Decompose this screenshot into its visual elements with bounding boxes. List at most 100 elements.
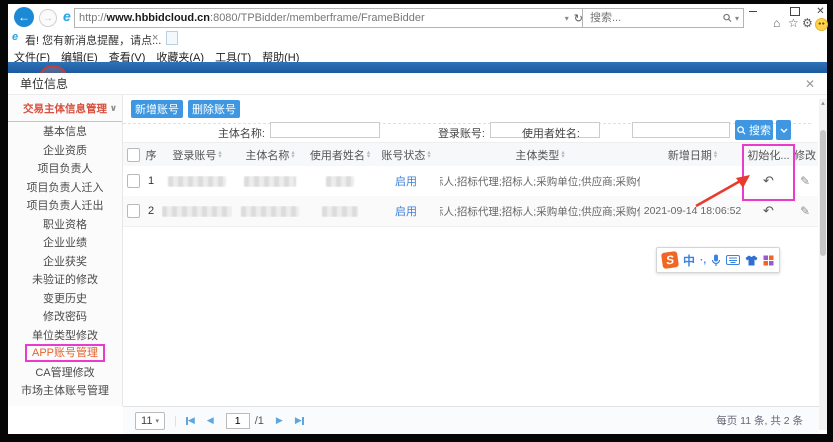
minimize-button[interactable] bbox=[745, 5, 760, 18]
sidebar-item-enterprise-qualification[interactable]: 企业资质 bbox=[8, 141, 122, 160]
maximize-icon bbox=[790, 7, 800, 16]
home-icon[interactable]: ⌂ bbox=[773, 17, 780, 29]
search-icon[interactable] bbox=[723, 13, 732, 23]
cell-seq: 1 bbox=[140, 175, 162, 187]
redacted-login-account bbox=[162, 206, 232, 217]
sidebar-item-enterprise-awards[interactable]: 企业获奖 bbox=[8, 252, 122, 271]
sort-icon: ▴▾ bbox=[561, 151, 564, 160]
redacted-subject-name bbox=[244, 176, 296, 187]
tab-close-icon[interactable]: × bbox=[152, 32, 158, 44]
address-bar[interactable]: http://www.hbbidcloud.cn:8080/TPBidder/m… bbox=[74, 8, 588, 28]
sidebar-group-trade-subject[interactable]: 交易主体信息管理 ∨ bbox=[8, 95, 122, 122]
vertical-scrollbar[interactable]: ▴ bbox=[819, 99, 827, 430]
total-pages-label: /1 bbox=[255, 415, 264, 427]
edit-pencil-icon[interactable]: ✎ bbox=[792, 174, 818, 188]
punctuation-icon[interactable]: ·, bbox=[700, 255, 706, 266]
panel-close-icon[interactable]: ✕ bbox=[805, 77, 815, 91]
favorites-star-icon[interactable]: ☆ bbox=[788, 17, 799, 29]
tab-bar: e 看! 您有新消息提醒，请点... × bbox=[8, 30, 827, 47]
menu-favorites[interactable]: 收藏夹(A) bbox=[156, 49, 204, 62]
menu-file[interactable]: 文件(F) bbox=[14, 49, 50, 62]
record-summary: 每页 11 条, 共 2 条 bbox=[716, 413, 803, 428]
sidebar-item-project-manager-out[interactable]: 项目负责人迁出 bbox=[8, 196, 122, 215]
sidebar-item-enterprise-performance[interactable]: 企业业绩 bbox=[8, 233, 122, 252]
col-seq: 序 bbox=[140, 147, 162, 163]
col-create-date[interactable]: 新增日期▴▾ bbox=[640, 147, 745, 163]
select-all-checkbox[interactable] bbox=[127, 148, 140, 162]
sidebar-item-professional-qualification[interactable]: 职业资格 bbox=[8, 215, 122, 234]
cell-subject-type: 投标人;招标代理;招标人;采购单位;供应商;采购代理 bbox=[440, 204, 640, 219]
sidebar-item-change-history[interactable]: 变更历史 bbox=[8, 289, 122, 308]
skin-shirt-icon[interactable] bbox=[745, 255, 758, 266]
sidebar-item-unit-type-change[interactable]: 单位类型修改 bbox=[8, 326, 122, 345]
search-dropdown-button[interactable] bbox=[776, 120, 791, 140]
tab-message-reminder[interactable]: 看! 您有新消息提醒，请点... bbox=[25, 32, 150, 48]
search-box[interactable]: ▾ bbox=[582, 8, 744, 28]
browser-search-input[interactable] bbox=[587, 10, 723, 26]
close-icon: ✕ bbox=[816, 6, 824, 17]
sidebar-item-app-account-management[interactable]: APP账号管理 bbox=[8, 344, 122, 363]
prev-page-button[interactable]: ◀ bbox=[207, 415, 214, 426]
redacted-user-name bbox=[322, 206, 358, 217]
user-name-input[interactable] bbox=[632, 122, 730, 138]
site-emblem-icon bbox=[38, 65, 68, 73]
pagination-bar: 11 ▾ | ◀ ◀ /1 ▶ ▶ 每页 11 条, 共 2 条 bbox=[123, 406, 819, 434]
sidebar-item-market-subject-account[interactable]: 市场主体账号管理 bbox=[8, 381, 122, 400]
search-caret-icon[interactable]: ▾ bbox=[735, 14, 739, 23]
forward-button[interactable]: → bbox=[39, 9, 57, 27]
scrollbar-thumb[interactable] bbox=[820, 130, 826, 256]
toolbox-grid-icon[interactable] bbox=[763, 255, 774, 266]
search-button[interactable]: 搜索 bbox=[735, 120, 773, 140]
add-account-button[interactable]: 新增账号 bbox=[131, 100, 183, 118]
sidebar-item-project-manager-in[interactable]: 项目负责人迁入 bbox=[8, 178, 122, 197]
last-page-button[interactable]: ▶ bbox=[295, 415, 304, 426]
col-subject-name[interactable]: 主体名称▴▾ bbox=[232, 147, 308, 163]
back-button[interactable]: ← bbox=[14, 7, 34, 27]
menu-help[interactable]: 帮助(H) bbox=[262, 49, 299, 62]
redacted-user-name bbox=[326, 176, 354, 187]
new-tab-button[interactable] bbox=[166, 31, 178, 45]
page-size-select[interactable]: 11 ▾ bbox=[135, 412, 165, 430]
menu-edit[interactable]: 编辑(E) bbox=[61, 49, 98, 62]
sort-icon: ▴▾ bbox=[427, 151, 430, 160]
page-number-input[interactable] bbox=[226, 413, 250, 429]
keyboard-icon[interactable] bbox=[726, 255, 740, 265]
screenshot-canvas: ← → e http://www.hbbidcloud.cn:8080/TPBi… bbox=[0, 0, 833, 442]
subject-name-input[interactable] bbox=[270, 122, 380, 138]
edit-pencil-icon[interactable]: ✎ bbox=[792, 204, 818, 218]
col-login-account[interactable]: 登录账号▴▾ bbox=[162, 147, 232, 163]
sidebar-item-project-manager[interactable]: 项目负责人 bbox=[8, 159, 122, 178]
settings-gear-icon[interactable]: ⚙ bbox=[802, 17, 813, 29]
row-checkbox[interactable] bbox=[127, 174, 140, 188]
sort-icon: ▴▾ bbox=[291, 151, 294, 160]
chevron-down-icon: ∨ bbox=[110, 103, 117, 114]
autocomplete-caret-icon[interactable]: ▾ bbox=[565, 14, 569, 23]
microphone-icon[interactable] bbox=[711, 254, 721, 267]
row-checkbox[interactable] bbox=[127, 204, 140, 218]
delete-account-button[interactable]: 删除账号 bbox=[188, 100, 240, 118]
sidebar-item-change-password[interactable]: 修改密码 bbox=[8, 307, 122, 326]
first-page-button[interactable]: ◀ bbox=[186, 415, 195, 426]
col-subject-type[interactable]: 主体类型▴▾ bbox=[440, 147, 640, 163]
chinese-mode-icon[interactable]: 中 bbox=[683, 252, 695, 269]
close-window-button[interactable]: ✕ bbox=[813, 5, 828, 18]
menu-bar: 文件(F) 编辑(E) 查看(V) 收藏夹(A) 工具(T) 帮助(H) bbox=[14, 49, 299, 62]
subject-name-label: 主体名称: bbox=[209, 125, 265, 141]
status-badge: 启用 bbox=[372, 203, 440, 219]
sidebar-item-ca-management[interactable]: CA管理修改 bbox=[8, 363, 122, 382]
tab-favicon: e bbox=[12, 31, 18, 43]
sidebar-item-basic-info[interactable]: 基本信息 bbox=[8, 122, 122, 141]
next-page-button[interactable]: ▶ bbox=[276, 415, 283, 426]
back-icon: ← bbox=[18, 10, 30, 24]
sort-icon: ▴▾ bbox=[714, 151, 717, 160]
col-account-status[interactable]: 账号状态▴▾ bbox=[372, 147, 440, 163]
sidebar-item-unverified-changes[interactable]: 未验证的修改 bbox=[8, 270, 122, 289]
menu-tools[interactable]: 工具(T) bbox=[215, 49, 251, 62]
menu-view[interactable]: 查看(V) bbox=[109, 49, 146, 62]
scroll-up-icon[interactable]: ▴ bbox=[819, 99, 827, 108]
cell-seq: 2 bbox=[140, 205, 162, 217]
search-icon bbox=[737, 126, 746, 135]
minimize-icon bbox=[749, 11, 757, 12]
col-user-name[interactable]: 使用者姓名▴▾ bbox=[308, 147, 372, 163]
sogou-logo-icon[interactable]: S bbox=[661, 251, 679, 269]
